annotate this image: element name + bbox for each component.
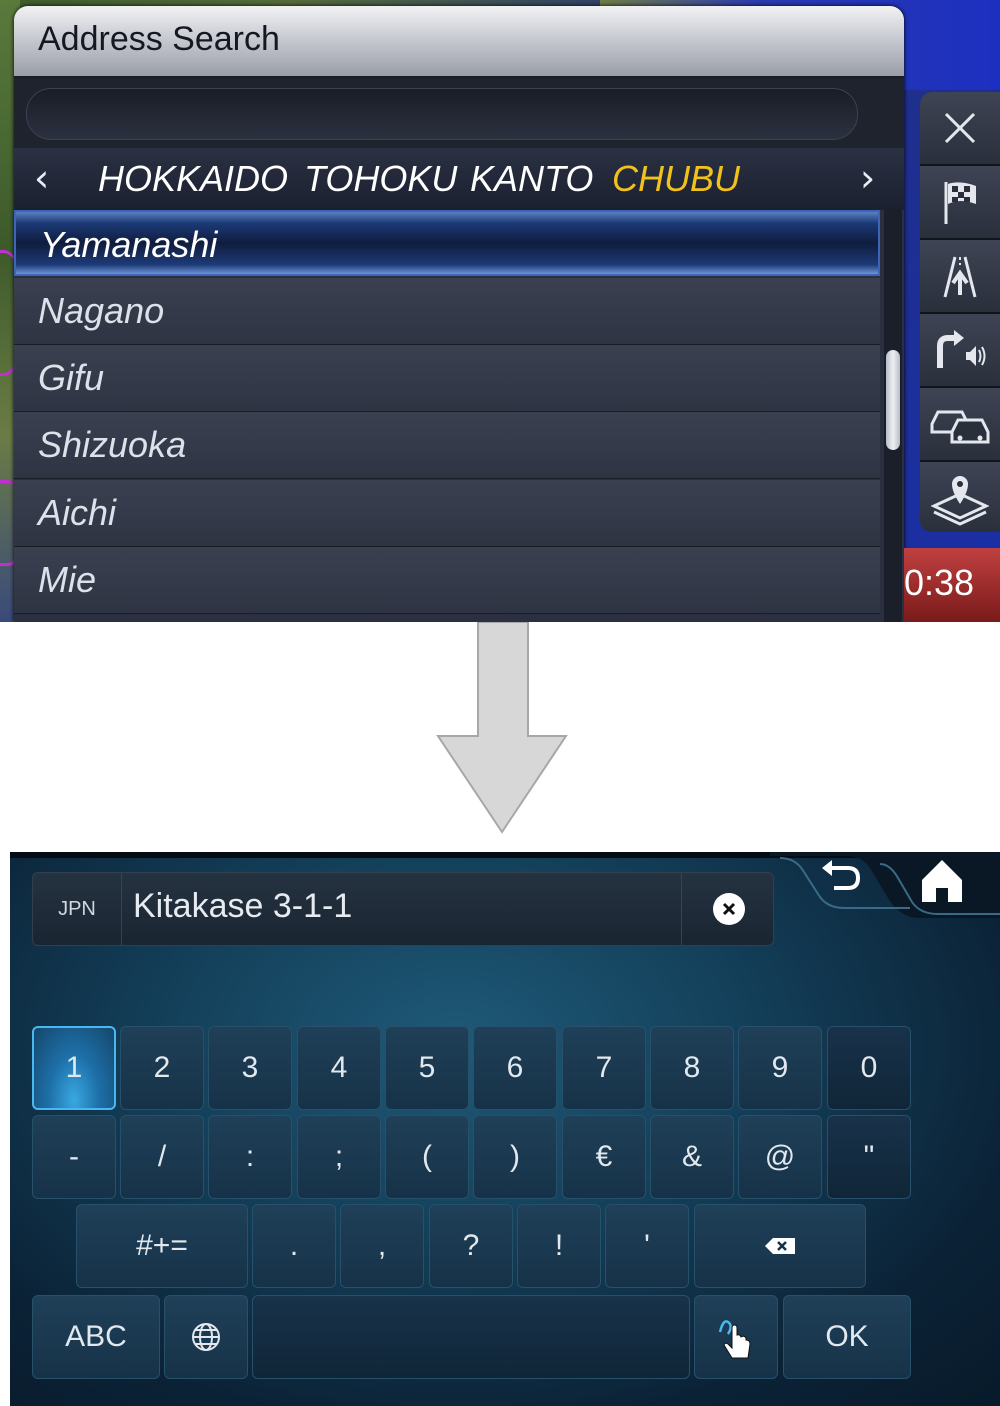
back-button[interactable] bbox=[816, 856, 876, 902]
home-button[interactable] bbox=[920, 858, 980, 908]
handwriting-key[interactable] bbox=[694, 1295, 778, 1379]
key-euro[interactable]: € bbox=[562, 1115, 646, 1199]
key-6[interactable]: 6 bbox=[473, 1026, 557, 1110]
key-slash[interactable]: / bbox=[120, 1115, 204, 1199]
key-question[interactable]: ? bbox=[429, 1204, 513, 1288]
globe-icon bbox=[192, 1323, 220, 1351]
key-semicolon[interactable]: ; bbox=[297, 1115, 381, 1199]
language-key[interactable] bbox=[164, 1295, 248, 1379]
keyboard-screen: JPN Kitakase 3-1-1 1 2 3 4 5 6 7 8 9 0 -… bbox=[10, 852, 1000, 1406]
clock-display: 0:38 bbox=[904, 548, 1000, 622]
list-item-label: Nagano bbox=[38, 290, 165, 331]
key-quote[interactable]: " bbox=[827, 1115, 911, 1199]
key-4[interactable]: 4 bbox=[297, 1026, 381, 1110]
divider bbox=[681, 873, 682, 945]
list-item-label: Aichi bbox=[38, 492, 117, 533]
tab-hokkaido[interactable]: HOKKAIDO bbox=[98, 158, 288, 200]
close-button[interactable] bbox=[920, 92, 1000, 166]
route-button[interactable] bbox=[920, 240, 1000, 314]
list-item[interactable]: Aichi bbox=[14, 480, 880, 547]
scrollbar-thumb[interactable] bbox=[886, 350, 900, 450]
checkered-flag-icon bbox=[944, 182, 976, 224]
list-item[interactable]: Yamanashi bbox=[14, 210, 880, 276]
ok-button[interactable]: OK bbox=[783, 1295, 911, 1379]
turn-voice-button[interactable] bbox=[920, 314, 1000, 388]
list-item-label: Shizuoka bbox=[38, 424, 187, 465]
key-period[interactable]: . bbox=[252, 1204, 336, 1288]
back-icon bbox=[822, 860, 861, 890]
search-input[interactable] bbox=[26, 88, 858, 140]
key-close-paren[interactable]: ) bbox=[473, 1115, 557, 1199]
dialog-header: Address Search bbox=[14, 6, 904, 78]
key-ampersand[interactable]: & bbox=[650, 1115, 734, 1199]
tab-chubu[interactable]: CHUBU bbox=[612, 158, 740, 200]
key-8[interactable]: 8 bbox=[650, 1026, 734, 1110]
region-tabs: ‹ HOKKAIDO TOHOKU KANTO CHUBU › bbox=[14, 148, 904, 210]
chevron-left-icon[interactable]: ‹ bbox=[34, 156, 49, 200]
space-key[interactable] bbox=[252, 1295, 690, 1379]
list-item[interactable]: Mie bbox=[14, 547, 880, 614]
address-input-field[interactable]: JPN Kitakase 3-1-1 bbox=[32, 872, 774, 946]
key-3[interactable]: 3 bbox=[208, 1026, 292, 1110]
tab-tohoku[interactable]: TOHOKU bbox=[304, 158, 457, 200]
key-9[interactable]: 9 bbox=[738, 1026, 822, 1110]
key-apostrophe[interactable]: ' bbox=[605, 1204, 689, 1288]
key-hyphen[interactable]: - bbox=[32, 1115, 116, 1199]
key-5[interactable]: 5 bbox=[385, 1026, 469, 1110]
key-open-paren[interactable]: ( bbox=[385, 1115, 469, 1199]
map-layers-button[interactable] bbox=[920, 462, 1000, 532]
clock-text: 0:38 bbox=[904, 562, 975, 603]
handwriting-icon bbox=[718, 1320, 751, 1359]
dialog-title: Address Search bbox=[38, 20, 280, 58]
traffic-icon bbox=[930, 410, 990, 444]
destination-button[interactable] bbox=[920, 166, 1000, 240]
route-icon bbox=[943, 256, 977, 298]
language-indicator[interactable]: JPN bbox=[33, 873, 122, 945]
key-0[interactable]: 0 bbox=[827, 1026, 911, 1110]
list-item[interactable]: Nagano bbox=[14, 278, 880, 345]
turn-voice-icon bbox=[937, 330, 986, 368]
symbols-toggle-key[interactable]: #+= bbox=[76, 1204, 248, 1288]
key-at[interactable]: @ bbox=[738, 1115, 822, 1199]
clear-button[interactable] bbox=[713, 893, 745, 925]
search-area bbox=[14, 78, 904, 148]
abc-key[interactable]: ABC bbox=[32, 1295, 160, 1379]
list-item-label: Yamanashi bbox=[40, 224, 218, 265]
prefecture-list: Yamanashi Nagano Gifu Shizuoka Aichi Mie bbox=[14, 210, 882, 622]
down-arrow-icon bbox=[436, 622, 568, 834]
list-item-label: Mie bbox=[38, 559, 97, 600]
address-search-screen: Address Search ‹ HOKKAIDO TOHOKU KANTO C… bbox=[0, 0, 1000, 622]
input-value: Kitakase 3-1-1 bbox=[133, 887, 353, 925]
traffic-button[interactable] bbox=[920, 388, 1000, 462]
address-search-dialog: Address Search ‹ HOKKAIDO TOHOKU KANTO C… bbox=[14, 6, 904, 622]
list-item[interactable]: Shizuoka bbox=[14, 412, 880, 479]
map-side-toolbar bbox=[920, 92, 1000, 532]
chevron-right-icon[interactable]: › bbox=[860, 156, 875, 200]
key-7[interactable]: 7 bbox=[562, 1026, 646, 1110]
backspace-icon bbox=[765, 1238, 795, 1254]
key-colon[interactable]: : bbox=[208, 1115, 292, 1199]
map-layers-icon bbox=[930, 476, 990, 526]
key-2[interactable]: 2 bbox=[120, 1026, 204, 1110]
key-1[interactable]: 1 bbox=[32, 1026, 116, 1110]
key-comma[interactable]: , bbox=[340, 1204, 424, 1288]
key-exclamation[interactable]: ! bbox=[517, 1204, 601, 1288]
close-icon bbox=[944, 112, 976, 144]
list-item[interactable]: Gifu bbox=[14, 345, 880, 412]
scrollbar[interactable] bbox=[884, 210, 902, 622]
tab-kanto[interactable]: KANTO bbox=[470, 158, 593, 200]
home-icon bbox=[922, 860, 962, 902]
backspace-key[interactable] bbox=[694, 1204, 866, 1288]
list-item-label: Gifu bbox=[38, 357, 105, 398]
clear-icon bbox=[722, 902, 736, 916]
